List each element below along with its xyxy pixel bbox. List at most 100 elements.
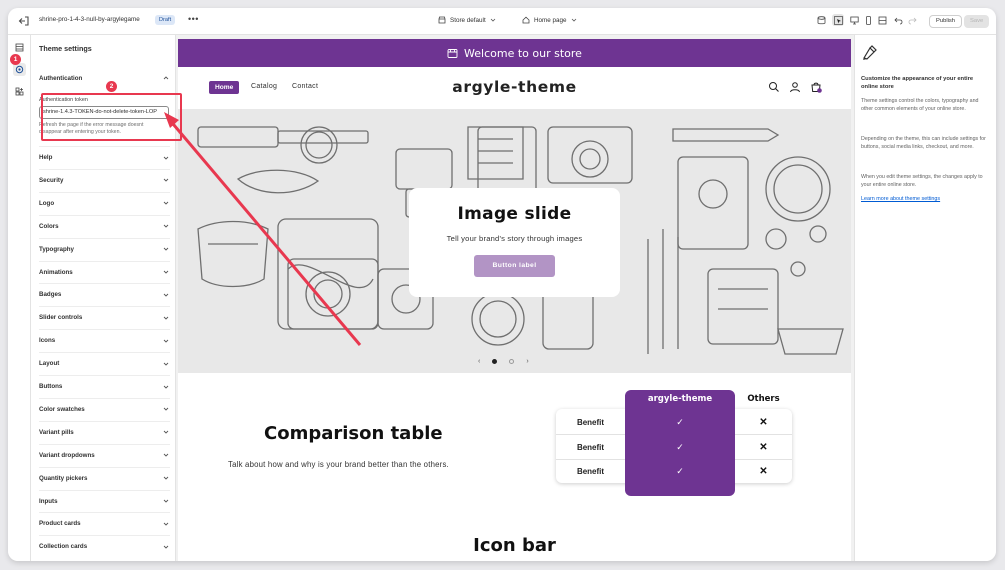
slider-controls: ‹ ›: [478, 358, 529, 365]
chevron-down-icon: [163, 545, 169, 549]
publish-button[interactable]: Publish: [929, 15, 963, 28]
chevron-right-icon[interactable]: ›: [526, 358, 528, 365]
section-authentication[interactable]: Authentication: [39, 67, 170, 89]
help-paragraph: Theme settings control the colors, typog…: [861, 98, 979, 112]
section-color-swatches[interactable]: Color swatches: [39, 397, 170, 420]
cross-icon: ✕: [759, 466, 768, 477]
search-icon[interactable]: [768, 81, 780, 93]
section-label: Quantity pickers: [39, 474, 88, 482]
section-label: Security: [39, 176, 64, 184]
section-label: Product cards: [39, 520, 81, 528]
section-slider-controls[interactable]: Slider controls: [39, 306, 170, 328]
exit-icon[interactable]: [17, 14, 31, 28]
section-label: Variant pills: [39, 428, 74, 436]
comparison-row-label: Benefit: [576, 467, 605, 476]
section-variant-dropdowns[interactable]: Variant dropdowns: [39, 443, 170, 466]
section-label: Variant dropdowns: [39, 451, 95, 459]
desktop-view-icon[interactable]: [848, 14, 860, 26]
chevron-left-icon[interactable]: ‹: [478, 358, 480, 365]
home-icon: [522, 16, 530, 24]
section-buttons[interactable]: Buttons: [39, 375, 170, 397]
redo-icon[interactable]: [906, 14, 918, 26]
chevron-down-icon: [163, 453, 169, 457]
fullscreen-icon[interactable]: [876, 14, 888, 26]
section-label: Animations: [39, 268, 73, 276]
learn-more-link[interactable]: Learn more about theme settings: [861, 196, 940, 202]
section-variant-pills[interactable]: Variant pills: [39, 420, 170, 443]
chevron-down-icon: [163, 339, 169, 343]
chevron-down-icon: [163, 179, 169, 183]
section-security[interactable]: Security: [39, 168, 170, 191]
slide-content-card: Image slide Tell your brand's story thro…: [409, 188, 620, 297]
chevron-down-icon: [571, 18, 576, 22]
section-layout[interactable]: Layout: [39, 352, 170, 374]
comparison-row-label: Benefit: [576, 443, 605, 452]
store-header: Home Catalog Contact argyle-theme: [178, 67, 851, 109]
store-logo[interactable]: argyle-theme: [178, 78, 851, 96]
undo-icon[interactable]: [892, 14, 904, 26]
section-label: Authentication: [39, 74, 83, 82]
slide-title: Image slide: [457, 204, 572, 224]
section-collection-cards[interactable]: Collection cards: [39, 535, 170, 557]
section-help[interactable]: Help: [39, 146, 170, 168]
announcement-text: Welcome to our store: [464, 46, 582, 60]
draft-badge: Draft: [155, 15, 176, 25]
announcement-bar: Welcome to our store: [178, 39, 851, 67]
comparison-subtitle: Talk about how and why is your brand bet…: [228, 460, 449, 469]
chevron-down-icon: [163, 270, 169, 274]
sections-icon[interactable]: [13, 41, 26, 54]
chevron-down-icon: [490, 18, 496, 22]
mobile-view-icon[interactable]: [862, 14, 874, 26]
section-label: Badges: [39, 291, 62, 299]
section-label: Help: [39, 154, 53, 161]
check-icon: ✓: [676, 442, 684, 452]
page-select[interactable]: Home page: [522, 16, 577, 24]
more-actions-button[interactable]: •••: [188, 14, 199, 24]
section-inputs[interactable]: Inputs: [39, 489, 170, 512]
section-label: Colors: [39, 222, 59, 230]
section-colors[interactable]: Colors: [39, 214, 170, 237]
step-badge-1: 1: [10, 54, 21, 65]
database-icon[interactable]: [815, 14, 827, 26]
cross-icon: ✕: [759, 417, 768, 428]
comparison-title: Comparison table: [264, 423, 443, 444]
row-divider: [735, 434, 792, 435]
chevron-down-icon: [163, 201, 169, 205]
section-animations[interactable]: Animations: [39, 260, 170, 283]
help-heading: Customize the appearance of your entire …: [861, 76, 974, 90]
row-divider: [556, 459, 625, 460]
panel-title: Theme settings: [39, 44, 92, 53]
slide-subtitle: Tell your brand's story through images: [446, 234, 583, 243]
chevron-down-icon: [163, 293, 169, 297]
account-icon[interactable]: [789, 81, 801, 93]
slide-button[interactable]: Button label: [474, 255, 555, 277]
section-badges[interactable]: Badges: [39, 283, 170, 305]
cart-icon[interactable]: [810, 81, 822, 93]
section-label: Layout: [39, 360, 60, 368]
row-divider: [556, 434, 625, 435]
comparison-section: Comparison table Talk about how and why …: [178, 373, 851, 513]
slider-dot[interactable]: [509, 359, 515, 364]
section-label: Slider controls: [39, 314, 83, 322]
section-logo[interactable]: Logo: [39, 191, 170, 214]
chevron-down-icon: [163, 247, 169, 251]
step-badge-2: 2: [106, 81, 117, 92]
save-button[interactable]: Save: [964, 15, 990, 28]
comparison-row-label: Benefit: [576, 418, 605, 427]
left-rail: [8, 35, 31, 561]
chevron-down-icon: [163, 385, 169, 389]
section-typography[interactable]: Typography: [39, 237, 170, 260]
section-product-cards[interactable]: Product cards: [39, 512, 170, 534]
help-panel: Customize the appearance of your entire …: [854, 35, 996, 561]
paint-brush-icon: [863, 45, 877, 60]
inspector-icon[interactable]: [832, 14, 844, 26]
section-icons[interactable]: Icons: [39, 329, 170, 351]
app-embeds-icon[interactable]: [13, 85, 26, 98]
chevron-down-icon: [163, 316, 169, 320]
store-select[interactable]: Store default: [438, 16, 496, 24]
theme-name: shrine-pro-1-4-3-null-by-argylegame: [39, 16, 140, 23]
storefront-icon: [447, 48, 458, 58]
help-paragraph: Depending on the theme, this can include…: [861, 136, 986, 150]
section-quantity-pickers[interactable]: Quantity pickers: [39, 466, 170, 489]
slider-dot[interactable]: [492, 359, 498, 364]
